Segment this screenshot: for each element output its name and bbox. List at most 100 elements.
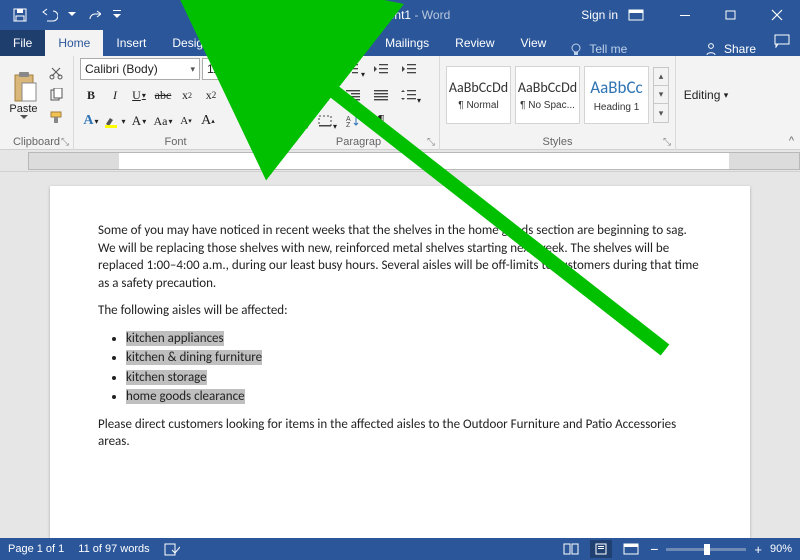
save-icon[interactable] [6, 0, 34, 30]
title-bar: Document1 - Word Sign in [0, 0, 800, 30]
spellcheck-icon[interactable] [164, 542, 180, 556]
list-item[interactable]: kitchen storage [126, 369, 702, 387]
line-spacing-icon[interactable]: ▾ [396, 84, 422, 106]
paragraph-group-label: Paragrap [336, 136, 381, 148]
style-heading1[interactable]: AaBbCcHeading 1 [584, 66, 649, 124]
justify-icon[interactable] [368, 84, 394, 106]
paste-icon[interactable] [10, 71, 38, 103]
grow-font2-icon[interactable]: A▴ [198, 110, 218, 132]
underline-button[interactable]: U▾ [128, 84, 150, 106]
sort-icon[interactable]: AZ [340, 110, 366, 132]
minimize-icon[interactable] [662, 0, 708, 30]
tab-layout[interactable]: Layout [223, 30, 285, 56]
copy-icon[interactable] [45, 86, 67, 104]
decrease-indent-icon[interactable] [368, 58, 394, 80]
font-name-value: Calibri (Body) [85, 62, 158, 76]
change-case-button[interactable]: Aa▾ [152, 110, 174, 132]
cut-icon[interactable] [45, 64, 67, 82]
collapse-ribbon-icon[interactable]: ^ [789, 135, 794, 147]
font-launcher-icon[interactable]: ⤡ [265, 135, 273, 151]
font-size-combo[interactable]: 11▾ [202, 58, 242, 80]
borders-icon[interactable]: ▾ [312, 110, 338, 132]
styles-scroll[interactable]: ▴▾▾ [653, 67, 669, 123]
subscript-button[interactable]: x2 [176, 84, 198, 106]
italic-button[interactable]: I [104, 84, 126, 106]
styles-launcher-icon[interactable]: ⤡ [663, 135, 671, 151]
maximize-icon[interactable] [708, 0, 754, 30]
paste-dropdown-icon[interactable] [20, 115, 28, 120]
share-label: Share [724, 42, 756, 56]
paragraph-3[interactable]: Please direct customers looking for item… [98, 416, 702, 451]
font-name-combo[interactable]: Calibri (Body)▾ [80, 58, 200, 80]
share-icon [704, 42, 718, 56]
tab-references[interactable]: References [285, 30, 372, 56]
tab-view[interactable]: View [508, 30, 560, 56]
paragraph-2[interactable]: The following aisles will be affected: [98, 302, 702, 320]
document-area[interactable]: Some of you may have noticed in recent w… [0, 172, 800, 538]
tab-insert[interactable]: Insert [103, 30, 159, 56]
align-left-icon[interactable] [284, 84, 310, 106]
status-bar: Page 1 of 1 11 of 97 words − + 90% [0, 538, 800, 560]
comments-icon[interactable] [774, 34, 790, 48]
list-item[interactable]: kitchen appliances [126, 330, 702, 348]
align-right-icon[interactable] [340, 84, 366, 106]
undo-dropdown-icon[interactable] [66, 0, 78, 30]
strikethrough-button[interactable]: abc [152, 84, 174, 106]
undo-icon[interactable] [36, 0, 64, 30]
text-effects-icon[interactable]: A▾ [80, 110, 102, 132]
superscript-button[interactable]: x2 [200, 84, 222, 106]
redo-icon[interactable] [80, 0, 108, 30]
close-icon[interactable] [754, 0, 800, 30]
paragraph-launcher-icon[interactable]: ⤡ [427, 135, 435, 151]
shading-icon[interactable]: ▾ [284, 110, 310, 132]
style-nospacing[interactable]: AaBbCcDd¶ No Spac... [515, 66, 580, 124]
print-layout-icon[interactable] [590, 540, 612, 558]
tab-file[interactable]: File [0, 30, 45, 56]
list-item[interactable]: home goods clearance [126, 388, 702, 406]
bullet-list[interactable]: kitchen appliances kitchen & dining furn… [126, 330, 702, 406]
show-marks-icon[interactable]: ¶ [368, 110, 394, 132]
ruler[interactable] [0, 150, 800, 172]
format-painter-icon[interactable] [45, 108, 67, 126]
font-color-icon[interactable]: A▾ [128, 110, 150, 132]
tab-home[interactable]: Home [45, 30, 103, 56]
tell-me[interactable]: Tell me [559, 42, 627, 56]
clear-format-icon[interactable]: A [224, 84, 246, 106]
multilevel-button[interactable]: ▾ [340, 58, 366, 80]
paragraph-1[interactable]: Some of you may have noticed in recent w… [98, 222, 702, 292]
bullets-button[interactable]: ▾ [284, 58, 310, 80]
increase-indent-icon[interactable] [396, 58, 422, 80]
zoom-in-icon[interactable]: + [754, 542, 762, 557]
svg-text:A: A [227, 88, 236, 102]
tab-mailings[interactable]: Mailings [372, 30, 442, 56]
numbering-button[interactable]: 123▾ [312, 58, 338, 80]
grow-font-icon[interactable]: A▴ [244, 58, 264, 80]
bold-button[interactable]: B [80, 84, 102, 106]
list-item[interactable]: kitchen & dining furniture [126, 349, 702, 367]
web-layout-icon[interactable] [620, 540, 642, 558]
editing-button[interactable]: Editing ▾ [676, 56, 736, 134]
style-normal[interactable]: AaBbCcDd¶ Normal [446, 66, 511, 124]
qat-customize-icon[interactable] [110, 0, 124, 30]
tab-design[interactable]: Design [159, 30, 222, 56]
sign-in-link[interactable]: Sign in [581, 8, 618, 22]
tab-review[interactable]: Review [442, 30, 507, 56]
clipboard-launcher-icon[interactable]: ⤡ [61, 135, 69, 151]
share-button[interactable]: Share [704, 42, 756, 56]
word-count[interactable]: 11 of 97 words [78, 543, 149, 555]
page[interactable]: Some of you may have noticed in recent w… [50, 186, 750, 538]
zoom-level[interactable]: 90% [770, 543, 792, 555]
ribbon-options-icon[interactable] [622, 0, 650, 30]
highlight-icon[interactable]: ▾ [104, 110, 126, 132]
shrink-font-icon[interactable]: A▾ [176, 110, 196, 132]
align-center-icon[interactable] [312, 84, 338, 106]
styles-group-label: Styles [543, 136, 573, 148]
doc-name: Document1 [350, 8, 411, 22]
tell-me-label: Tell me [589, 42, 627, 56]
read-mode-icon[interactable] [560, 540, 582, 558]
group-paragraph: ▾ 123▾ ▾ ▾ ▾ ▾ AZ ¶ [278, 56, 440, 150]
zoom-out-icon[interactable]: − [650, 541, 658, 557]
paste-label[interactable]: Paste [9, 103, 37, 115]
page-count[interactable]: Page 1 of 1 [8, 543, 64, 555]
zoom-slider[interactable] [666, 548, 746, 551]
